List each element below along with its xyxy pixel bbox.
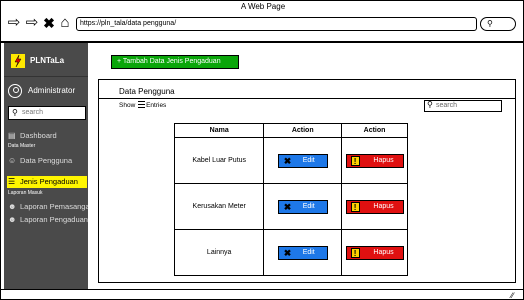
cell-edit: ✖ Edit (263, 183, 343, 230)
column-header-action: Action (263, 123, 343, 138)
search-icon: ⚲ (427, 100, 433, 109)
user-icon: ☺ (8, 156, 17, 165)
sidebar-item-label: Dashboard (20, 131, 57, 140)
cell-hapus: ! Hapus (341, 137, 408, 184)
cell-nama: Kabel Luar Putus (173, 137, 265, 184)
sidebar-item-dashboard[interactable]: ▤ Dashboard (4, 130, 88, 142)
table-row: Kerusakan Meter ✖ Edit ! Hapus (173, 183, 408, 230)
pln-logo-icon (11, 54, 25, 68)
sidebar-item-laporan-pengaduan[interactable]: ☻ Laporan Pengaduan (4, 214, 88, 226)
table-row: Kabel Luar Putus ✖ Edit ! Hapus (173, 137, 408, 184)
add-jenis-pengaduan-button[interactable]: + Tambah Data Jenis Pengaduan (111, 55, 239, 69)
edit-button-label: Edit (302, 248, 315, 256)
wrench-icon: ✖ (283, 247, 292, 258)
sidebar-item-laporan-pemasangan[interactable]: ☻ Laporan Pemasangan (4, 201, 88, 213)
hapus-button[interactable]: ! Hapus (345, 199, 404, 214)
cell-hapus: ! Hapus (341, 229, 408, 276)
cell-nama: Lainnya (173, 229, 265, 276)
sidebar-item-label: Laporan Pemasangan (20, 202, 88, 211)
hapus-button[interactable]: ! Hapus (345, 153, 404, 168)
hapus-button-label: Hapus (373, 248, 394, 256)
cell-edit: ✖ Edit (263, 229, 343, 276)
table-search-input[interactable]: ⚲ search (424, 100, 502, 112)
edit-button[interactable]: ✖ Edit (277, 153, 328, 168)
entries-label: Entries (146, 102, 167, 109)
sidebar-section-master: Data Master (8, 143, 36, 149)
user-add-icon: ☻ (8, 215, 17, 224)
sidebar-section-laporan: Laporan Masuk (8, 190, 43, 196)
data-card: Data Pengguna Show Entries ⚲ search Nama… (98, 79, 516, 283)
user-avatar-icon (8, 84, 22, 98)
sidebar: PLNTaLa Administrator ⚲ search ▤ Dashboar… (4, 43, 88, 289)
edit-button[interactable]: ✖ Edit (277, 245, 328, 260)
hapus-button-label: Hapus (373, 156, 394, 164)
back-arrow-icon[interactable]: ⇨ (5, 15, 23, 31)
sidebar-item-label: Data Pengguna (20, 156, 73, 165)
cell-nama: Kerusakan Meter (173, 183, 265, 230)
edit-button-label: Edit (302, 202, 315, 210)
column-header-action: Action (341, 123, 408, 138)
browser-window: A Web Page ⇨ ⇨ ✖ ⌂ https://pln_tala/data… (0, 0, 524, 300)
sidebar-item-data-pengguna[interactable]: ☺ Data Pengguna (4, 155, 88, 167)
warning-icon: ! (350, 155, 360, 166)
sidebar-search-input[interactable]: ⚲ search (8, 106, 86, 120)
table-search-placeholder: search (436, 102, 458, 109)
users-icon: ☻ (8, 202, 17, 211)
sidebar-item-label: Jenis Pengaduan (20, 177, 78, 186)
user-panel[interactable]: Administrator (4, 81, 88, 101)
dashboard-icon: ▤ (8, 131, 16, 140)
status-bar (1, 289, 524, 290)
window-title: A Web Page (240, 2, 286, 11)
user-name: Administrator (28, 86, 76, 95)
sidebar-item-jenis-pengaduan[interactable]: ☰ Jenis Pengaduan (7, 176, 87, 188)
wrench-icon: ✖ (283, 201, 292, 212)
browser-search-button[interactable]: ⚲ (480, 17, 516, 31)
search-icon: ⚲ (487, 19, 493, 28)
close-icon[interactable]: ✖ (42, 15, 56, 31)
column-header-nama: Nama (173, 123, 265, 138)
sidebar-item-label: Laporan Pengaduan (20, 215, 88, 224)
home-icon[interactable]: ⌂ (57, 15, 73, 31)
table-header-row: Nama Action Action (173, 123, 408, 138)
card-divider (99, 98, 515, 99)
cell-hapus: ! Hapus (341, 183, 408, 230)
forward-arrow-icon[interactable]: ⇨ (23, 15, 41, 31)
data-table: Nama Action Action Kabel Luar Putus ✖ Edi… (173, 123, 408, 276)
resize-grip-icon[interactable]: ∕∕ (511, 291, 514, 300)
sidebar-search-placeholder: search (22, 109, 44, 116)
show-entries-control[interactable]: Show Entries (119, 101, 166, 109)
warning-icon: ! (350, 201, 360, 212)
hapus-button-label: Hapus (373, 202, 394, 210)
show-label: Show (119, 102, 136, 109)
entries-select-icon[interactable] (138, 101, 146, 108)
search-icon: ⚲ (12, 108, 18, 117)
brand-name: PLNTaLa (30, 56, 65, 65)
address-bar[interactable]: https://pln_tala/data pengguna/ (76, 17, 477, 31)
wrench-icon: ✖ (283, 155, 292, 166)
cell-edit: ✖ Edit (263, 137, 343, 184)
card-title: Data Pengguna (119, 87, 175, 96)
warning-icon: ! (350, 247, 360, 258)
edit-button[interactable]: ✖ Edit (277, 199, 328, 214)
edit-button-label: Edit (302, 156, 315, 164)
brand-area[interactable]: PLNTaLa (4, 43, 88, 77)
table-row: Lainnya ✖ Edit ! Hapus (173, 229, 408, 276)
list-icon: ☰ (8, 177, 16, 186)
hapus-button[interactable]: ! Hapus (345, 245, 404, 260)
